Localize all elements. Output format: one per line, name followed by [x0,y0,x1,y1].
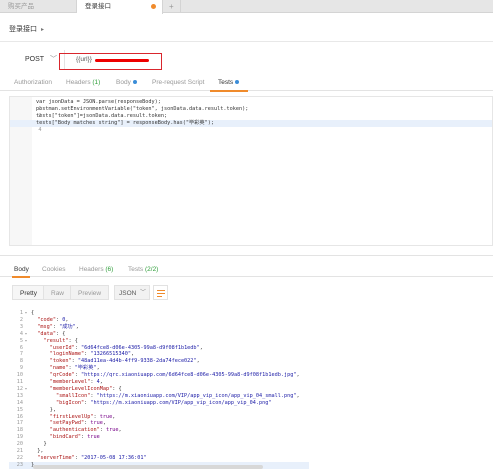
chevron-down-icon: ﹀ [139,290,146,296]
tests-count: (2/2) [144,266,159,273]
tab-tests[interactable]: Tests [218,79,240,86]
tests-script-editor[interactable]: 1 var jsonData = JSON.parse(responseBody… [9,96,493,246]
preview-button[interactable]: Preview [70,285,110,300]
pretty-button[interactable]: Pretty [12,285,45,300]
method-select[interactable]: POST ﹀ [9,50,65,69]
tab-label: Authorization [14,79,52,86]
tab-label: 登录接口 [85,3,111,10]
tab-buy-product[interactable]: 购买产品 [0,0,77,13]
code-text: postman.setEnvironmentVariable("token", … [36,106,249,112]
active-tab-indicator [12,276,30,278]
tab-headers[interactable]: Headers (1) [66,79,100,86]
divider [0,255,493,256]
tab-label: Cookies [42,266,66,273]
tab-label: Headers [79,266,104,273]
response-tab-cookies[interactable]: Cookies [42,266,65,273]
tab-bar: 购买产品 登录接口 + [0,0,493,14]
tab-label: Body [14,266,29,273]
response-body[interactable]: 1 ▾{2 "code": 0, 3 "msg": "成功", 4 ▾ "data": … [9,308,493,469]
horizontal-scrollbar[interactable] [33,465,263,469]
format-select[interactable]: JSON ﹀ [114,285,150,300]
tab-authorization[interactable]: Authorization [14,79,52,86]
line-number: 4 [38,127,42,133]
tab-label: Headers [66,79,91,86]
response-tabs: Body Cookies Headers (6) Tests (2/2) [0,263,493,277]
code-text: tests["Body matches string"] = responseB… [36,120,214,126]
tab-label: Tests [218,79,234,86]
response-tab-headers[interactable]: Headers (6) [79,266,113,273]
request-tabs: Authorization Headers (1) Body Pre-reque… [0,76,493,91]
code-text: "bigIcon": "https://m.xiaoniuapp.com/VIP… [56,399,272,406]
tab-label: Pre-request Script [152,79,205,86]
request-name[interactable]: 登录接口 ▸ [9,24,44,34]
line-number: 23 [16,461,23,468]
active-tab-indicator [210,90,248,92]
unsaved-dot-icon [151,4,156,9]
wrap-lines-icon[interactable] [153,285,168,300]
code-line: 1 var jsonData = JSON.parse(responseBody… [10,99,161,112]
code-line-active: 4 tests["Body matches string"] = respons… [10,120,492,133]
method-label: POST [25,56,45,63]
chevron-right-icon: ▸ [40,27,44,33]
tab-body[interactable]: Body [116,79,137,86]
tab-label: 购买产品 [8,3,34,10]
code-line: 2 postman.setEnvironmentVariable("token"… [10,106,248,119]
tab-label: Tests [128,266,144,273]
response-tab-body[interactable]: Body [14,266,29,273]
request-name-label: 登录接口 [9,26,37,33]
code-text: var jsonData = JSON.parse(responseBody); [36,99,161,105]
raw-button[interactable]: Raw [43,285,73,300]
headers-count: (1) [92,79,101,86]
headers-count: (6) [105,266,114,273]
code-line: 3 tests["token"]=jsonData.data.result.to… [10,113,167,126]
format-label: JSON [119,290,137,297]
tab-login-api[interactable]: 登录接口 [77,0,163,14]
modified-dot-icon [132,80,137,85]
new-tab-button[interactable]: + [163,0,181,13]
code-text: tests["token"]=jsonData.data.result.toke… [36,113,168,119]
chevron-down-icon: ﹀ [50,56,57,63]
highlight-box [59,53,162,70]
plus-icon: + [169,2,174,11]
modified-dot-icon [235,80,240,85]
tab-label: Body [116,79,131,86]
tab-pre-request-script[interactable]: Pre-request Script [152,79,204,86]
response-tab-tests[interactable]: Tests (2/2) [128,266,158,273]
divider [0,41,493,42]
